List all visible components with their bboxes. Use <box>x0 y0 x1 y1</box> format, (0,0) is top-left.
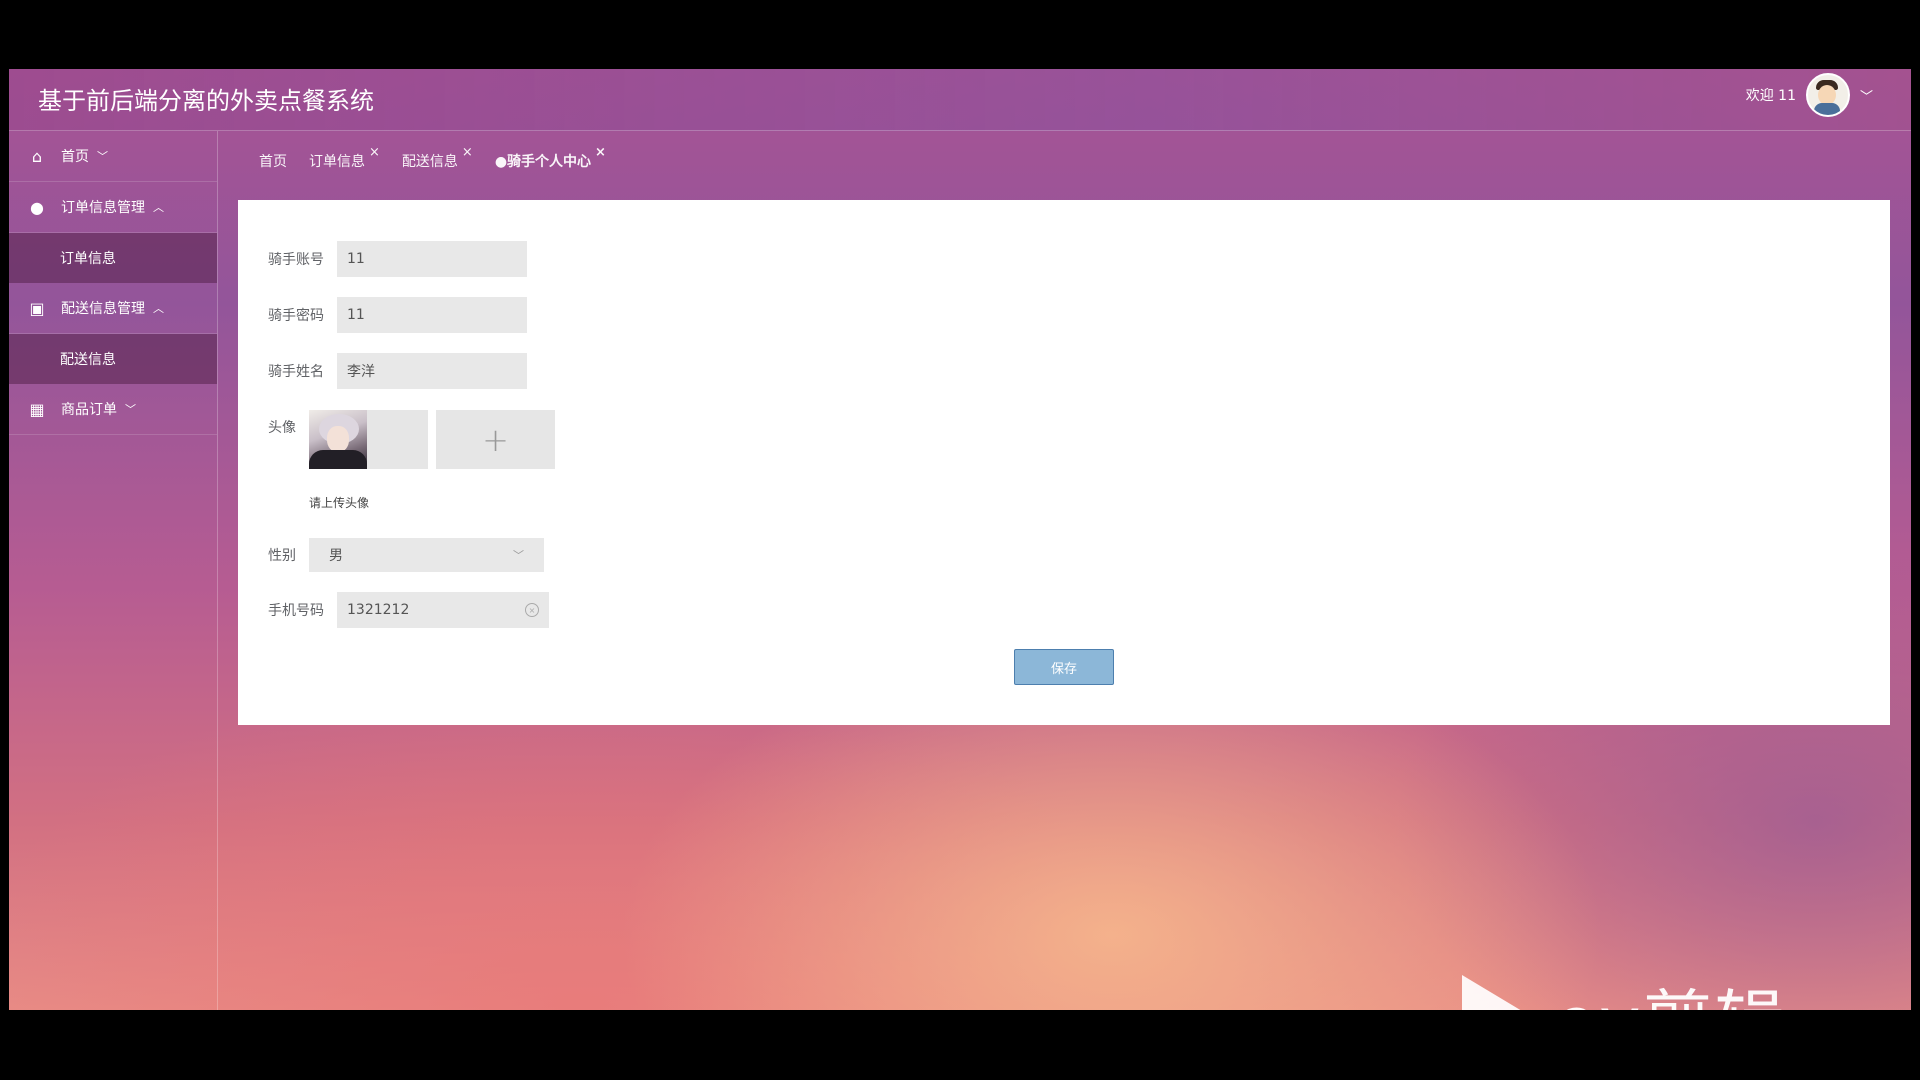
app-window: 基于前后端分离的外卖点餐系统 欢迎 11 ﹀ ⌂ 首页 ﹀ ● 订单信息管理 ︿… <box>9 69 1911 1010</box>
gender-label: 性别 <box>268 548 296 564</box>
tab-label: 首页 <box>259 154 287 170</box>
sidebar-item-home[interactable]: ⌂ 首页 ﹀ <box>9 131 217 182</box>
chevron-down-icon: ﹀ <box>97 150 108 163</box>
save-button[interactable]: 保存 <box>1014 649 1114 685</box>
avatar-image <box>309 410 367 469</box>
avatar-preview[interactable] <box>309 410 428 469</box>
chevron-up-icon: ︿ <box>153 302 164 315</box>
gender-value: 男 <box>329 548 343 564</box>
gender-select[interactable]: 男 ﹀ <box>309 538 544 572</box>
sidebar-item-order-management[interactable]: ● 订单信息管理 ︿ <box>9 182 217 233</box>
sidebar-item-label: 配送信息管理 <box>61 301 145 317</box>
phone-value: 1321212 <box>347 602 410 618</box>
name-field[interactable]: 李洋 <box>337 353 527 389</box>
top-bar: 基于前后端分离的外卖点餐系统 欢迎 11 ﹀ <box>9 69 1911 131</box>
play-logo-icon <box>1462 975 1532 1010</box>
sidebar-item-delivery-management[interactable]: ▣ 配送信息管理 ︿ <box>9 283 217 334</box>
sidebar-item-delivery-info[interactable]: 配送信息 <box>9 334 217 384</box>
dashboard-icon: ▦ <box>29 399 45 419</box>
chevron-down-icon: ﹀ <box>125 403 136 416</box>
tab-rider-profile[interactable]: ●骑手个人中心 × <box>494 145 606 171</box>
sidebar-item-label: 商品订单 <box>61 402 117 418</box>
close-icon[interactable]: × <box>462 145 473 160</box>
phone-label: 手机号码 <box>268 603 324 619</box>
avatar-hint: 请上传头像 <box>309 496 370 510</box>
profile-form-panel: 骑手账号 11 骑手密码 11 骑手姓名 李洋 头像 + 请上传头像 性别 男 … <box>238 200 1890 725</box>
plus-icon: + <box>482 420 509 459</box>
password-field[interactable]: 11 <box>337 297 527 333</box>
tab-label: ●骑手个人中心 <box>494 154 592 170</box>
gift-icon: ▣ <box>29 298 45 318</box>
password-label: 骑手密码 <box>268 308 324 324</box>
account-label: 骑手账号 <box>268 252 324 268</box>
chevron-up-icon: ︿ <box>153 201 164 214</box>
home-icon: ⌂ <box>31 146 43 166</box>
phone-field[interactable]: 1321212 × <box>337 592 549 628</box>
tab-delivery-info[interactable]: 配送信息 × <box>401 145 473 171</box>
user-avatar[interactable] <box>1805 73 1850 117</box>
close-icon[interactable]: × <box>595 145 606 160</box>
watermark-text: ev剪辑 <box>1554 967 1787 1011</box>
tab-bar: 首页 订单信息 × 配送信息 × ●骑手个人中心 × <box>259 145 606 173</box>
close-icon[interactable]: × <box>369 145 380 160</box>
tab-order-info[interactable]: 订单信息 × <box>309 145 380 171</box>
watermark: ev剪辑 <box>1462 975 1787 1010</box>
name-label: 骑手姓名 <box>268 364 324 380</box>
tab-label: 配送信息 <box>401 154 458 170</box>
clear-icon[interactable]: × <box>525 603 539 617</box>
sidebar-item-label: 订单信息管理 <box>61 200 145 216</box>
app-title: 基于前后端分离的外卖点餐系统 <box>38 87 374 115</box>
chevron-down-icon: ﹀ <box>513 549 524 562</box>
sidebar-item-order-info[interactable]: 订单信息 <box>9 233 217 283</box>
drop-icon: ● <box>30 197 44 217</box>
sidebar: ⌂ 首页 ﹀ ● 订单信息管理 ︿ 订单信息 ▣ 配送信息管理 ︿ 配送信息 ▦… <box>9 131 218 1010</box>
tab-home[interactable]: 首页 <box>259 151 287 171</box>
sidebar-item-product-orders[interactable]: ▦ 商品订单 ﹀ <box>9 384 217 435</box>
tab-label: 订单信息 <box>309 154 365 170</box>
account-field[interactable]: 11 <box>337 241 527 277</box>
avatar-label: 头像 <box>268 420 296 436</box>
sidebar-item-label: 首页 <box>61 149 89 165</box>
welcome-text: 欢迎 11 <box>1745 88 1796 104</box>
chevron-down-icon[interactable]: ﹀ <box>1860 86 1873 105</box>
user-menu[interactable]: 欢迎 11 ﹀ <box>1745 73 1873 117</box>
upload-button[interactable]: + <box>436 410 555 469</box>
